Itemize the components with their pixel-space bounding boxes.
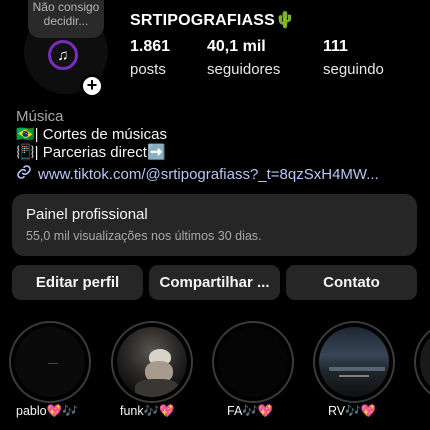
stat-followers-value: 40,1 mil — [207, 38, 266, 55]
plus-glyph: + — [86, 75, 98, 95]
story-highlight-label: FA🎶💖 — [227, 404, 274, 418]
professional-dashboard-title: Painel profissional — [26, 206, 148, 223]
story-highlight-cover — [117, 327, 187, 397]
professional-dashboard-subtitle: 55,0 mil visualizações nos últimos 30 di… — [26, 229, 262, 243]
stat-posts-label: posts — [130, 61, 166, 78]
story-highlight-label: RV🎶💖 — [328, 404, 377, 418]
stat-following-value: 111 — [323, 38, 348, 55]
edit-profile-button[interactable]: Editar perfil — [12, 265, 143, 300]
note-text: Não consigo decidir... — [32, 0, 100, 28]
story-highlight-cover — [218, 327, 288, 397]
stat-following[interactable]: 111 seguindo — [323, 38, 384, 78]
cactus-icon: 🌵 — [275, 12, 296, 29]
bio-link[interactable]: www.tiktok.com/@srtipografiass?_t=8qzSxH… — [16, 164, 379, 184]
stat-followers-label: seguidores — [207, 61, 281, 78]
stat-following-label: seguindo — [323, 61, 384, 78]
contact-button[interactable]: Contato — [286, 265, 417, 300]
story-highlight[interactable] — [9, 321, 91, 403]
story-highlight-cover — [15, 327, 85, 397]
link-icon — [16, 164, 34, 184]
stat-followers[interactable]: 40,1 mil seguidores — [207, 38, 323, 78]
bio: 🇧🇷| Cortes de músicas 📳| Parcerias direc… — [16, 126, 167, 162]
note-bubble[interactable]: Não consigo decidir... — [28, 0, 104, 38]
story-highlight[interactable] — [111, 321, 193, 403]
bio-link-text: www.tiktok.com/@srtipografiass?_t=8qzSxH… — [38, 165, 379, 183]
profile-stats: 1.861 posts 40,1 mil seguidores 111 segu… — [130, 38, 384, 78]
story-highlight-cover — [420, 327, 430, 397]
bio-line: 🇧🇷| Cortes de músicas — [16, 126, 167, 143]
profile-page: Não consigo decidir... ♫ + SRTIPOGRAFIAS… — [0, 0, 430, 430]
professional-dashboard[interactable]: Painel profissional 55,0 mil visualizaçõ… — [12, 194, 417, 256]
story-highlight[interactable] — [414, 321, 430, 403]
music-note-icon: ♫ — [48, 40, 78, 70]
bio-line: 📳| Parcerias direct➡️ — [16, 144, 166, 161]
username-text: SRTIPOGRAFIASS — [130, 12, 276, 29]
story-highlight-label: pablo💖🎶 — [16, 404, 78, 418]
stat-posts[interactable]: 1.861 posts — [130, 38, 207, 78]
share-profile-button[interactable]: Compartilhar ... — [149, 265, 280, 300]
story-highlight[interactable] — [313, 321, 395, 403]
story-highlight-cover — [319, 327, 389, 397]
story-highlight-label: funk🎶💖 — [120, 404, 175, 418]
username: SRTIPOGRAFIASS🌵 — [130, 10, 295, 30]
music-note-glyph: ♫ — [57, 46, 69, 64]
stat-posts-value: 1.861 — [130, 38, 171, 55]
profile-category: Música — [16, 108, 64, 125]
story-highlight[interactable] — [212, 321, 294, 403]
plus-icon[interactable]: + — [80, 74, 104, 98]
